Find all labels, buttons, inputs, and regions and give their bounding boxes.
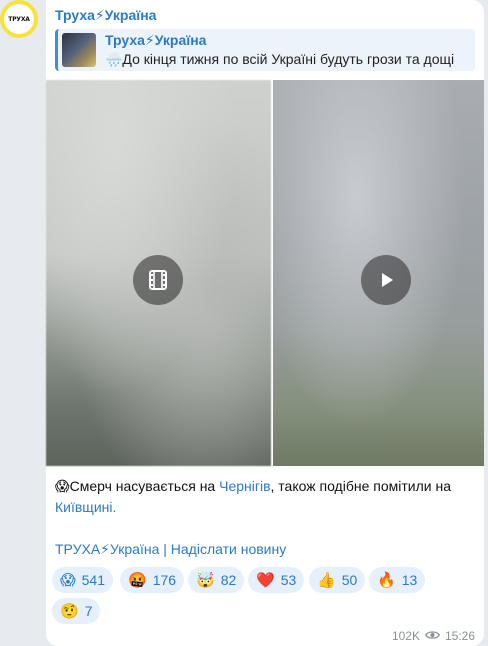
submit-news-link[interactable]: ТРУХА⚡Україна | Надіслати новину (55, 541, 286, 558)
reaction-button[interactable]: 🤯 82 (188, 567, 245, 593)
channel-avatar[interactable]: ТРУХА (0, 0, 38, 38)
fire-emoji-icon: 🔥 (377, 570, 396, 589)
reply-thumbnail (62, 33, 96, 67)
sender-name[interactable]: Труха⚡Україна (55, 7, 156, 24)
message-caption: 😱Смерч насувається на Чернігів, також по… (55, 476, 475, 518)
reaction-count: 541 (81, 572, 105, 588)
mind-blown-emoji-icon: 🤯 (196, 570, 215, 589)
hashtag-link-chernihiv[interactable]: Чернігів (219, 478, 270, 494)
thumbs-up-emoji-icon: 👍 (317, 570, 336, 589)
reaction-count: 176 (152, 572, 177, 588)
reaction-count: 50 (341, 572, 358, 588)
message-meta: 102K 15:26 (392, 629, 475, 643)
reaction-count: 82 (220, 572, 237, 588)
reaction-button[interactable]: 🔥 13 (369, 567, 426, 593)
raised-eyebrow-emoji-icon: 🤨 (60, 601, 79, 620)
reaction-button[interactable]: ❤️ 53 (248, 567, 305, 593)
eye-icon (425, 629, 440, 643)
reaction-count: 53 (280, 572, 297, 588)
view-count: 102K (391, 629, 420, 643)
reaction-count: 13 (401, 572, 418, 588)
reaction-button[interactable]: 🤬 176 (120, 567, 185, 593)
play-icon[interactable] (361, 255, 411, 305)
heart-emoji-icon: ❤️ (256, 570, 275, 589)
caption-text-1: Смерч насувається на (69, 478, 220, 494)
scream-emoji-icon: 😱 (60, 570, 76, 589)
reaction-button[interactable]: 👍 50 (309, 567, 366, 593)
reaction-button[interactable]: 😱 541 (52, 567, 113, 593)
hashtag-link-kyiv-region[interactable]: Київщині. (55, 499, 116, 515)
message-bubble: Труха⚡Україна Труха⚡Україна 🌧️До кінця т… (46, 0, 484, 646)
film-icon[interactable] (133, 255, 183, 305)
media-album (46, 80, 484, 466)
reaction-count: 7 (84, 603, 93, 619)
cursing-emoji-icon: 🤬 (128, 570, 147, 589)
message-time: 15:26 (444, 629, 475, 643)
reaction-button[interactable]: 🤨 7 (52, 598, 101, 624)
reply-title: Труха⚡Україна (105, 32, 207, 48)
caption-text-2: , також подібне помітили на (270, 478, 451, 494)
avatar-logo-text: ТРУХА (4, 4, 34, 34)
reply-text: 🌧️До кінця тижня по всій Україні будуть … (105, 51, 455, 67)
caption-emoji: 😱 (55, 478, 70, 494)
reply-preview[interactable]: Труха⚡Україна 🌧️До кінця тижня по всій У… (55, 29, 475, 71)
